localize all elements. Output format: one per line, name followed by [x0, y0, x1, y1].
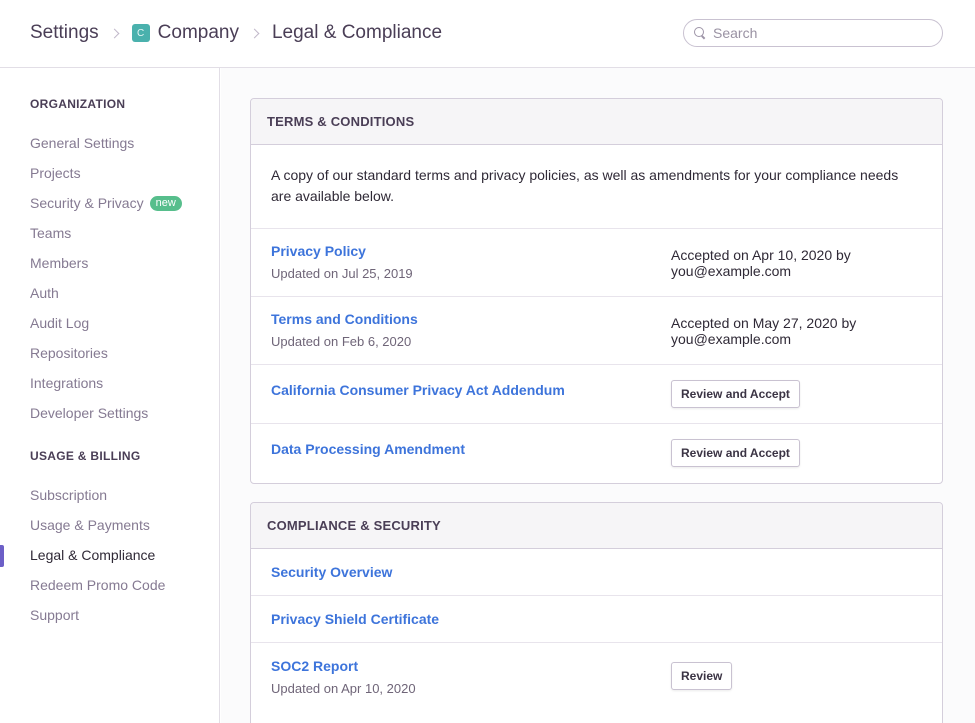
settings-sidebar: ORGANIZATION General Settings Projects S…	[0, 68, 220, 723]
sidebar-item-label: Audit Log	[30, 315, 90, 331]
soc2-report-link[interactable]: SOC2 Report	[271, 658, 358, 674]
review-button[interactable]: Review	[671, 662, 733, 690]
sidebar-item-label: Legal & Compliance	[30, 547, 156, 563]
data-processing-amendment-link[interactable]: Data Processing Amendment	[271, 441, 465, 457]
org-avatar: C	[131, 24, 150, 42]
sidebar-item-members[interactable]: Members	[30, 255, 88, 271]
privacy-policy-link[interactable]: Privacy Policy	[271, 243, 366, 259]
sidebar-item-label: Support	[30, 607, 80, 623]
document-row: California Consumer Privacy Act Addendum…	[251, 365, 942, 424]
sidebar-item-label: Teams	[30, 225, 72, 241]
main-content: TERMS & CONDITIONS A copy of our standar…	[221, 68, 975, 723]
review-and-accept-button[interactable]: Review and Accept	[671, 380, 800, 408]
sidebar-item-usage-payments[interactable]: Usage & Payments	[30, 517, 150, 533]
updated-date: Updated on Apr 10, 2020	[271, 681, 416, 696]
sidebar-item-redeem-promo-code[interactable]: Redeem Promo Code	[30, 577, 165, 593]
sidebar-item-projects[interactable]: Projects	[30, 165, 81, 181]
updated-date: Updated on Feb 6, 2020	[271, 334, 412, 349]
sidebar-item-general-settings[interactable]: General Settings	[30, 135, 134, 151]
panel-description: A copy of our standard terms and privacy…	[251, 145, 942, 229]
sidebar-item-legal-compliance[interactable]: Legal & Compliance	[30, 547, 155, 563]
chevron-right-icon	[249, 28, 260, 38]
breadcrumb-current-page: Legal & Compliance	[271, 22, 443, 43]
panel-title: COMPLIANCE & SECURITY	[251, 503, 942, 549]
sidebar-item-security-privacy[interactable]: Security & Privacy new	[30, 195, 182, 211]
search-icon	[694, 27, 706, 39]
sidebar-item-repositories[interactable]: Repositories	[30, 345, 108, 361]
chevron-right-icon	[109, 28, 120, 38]
acceptance-date: Accepted on Apr 10, 2020 by	[671, 247, 851, 263]
sidebar-item-label: Projects	[30, 165, 81, 181]
breadcrumb-company[interactable]: Company	[158, 22, 239, 44]
acceptance-status: Accepted on May 27, 2020 by you@example.…	[671, 315, 856, 347]
search-box[interactable]	[683, 19, 943, 47]
sidebar-item-label: Usage & Payments	[30, 517, 150, 533]
sidebar-item-label: Auth	[30, 285, 59, 301]
terms-conditions-link[interactable]: Terms and Conditions	[271, 311, 418, 327]
acceptance-status: Accepted on Apr 10, 2020 by you@example.…	[671, 247, 851, 279]
sidebar-item-developer-settings[interactable]: Developer Settings	[30, 405, 148, 421]
sidebar-item-label: Repositories	[30, 345, 108, 361]
sidebar-item-label: Subscription	[30, 487, 108, 503]
sidebar-item-support[interactable]: Support	[30, 607, 79, 623]
active-item-indicator	[0, 545, 4, 567]
document-row: Security Overview	[251, 549, 942, 596]
sidebar-item-label: Redeem Promo Code	[30, 577, 166, 593]
accepted-by-email: you@example.com	[671, 263, 792, 279]
sidebar-item-teams[interactable]: Teams	[30, 225, 71, 241]
document-row: Privacy Shield Certificate	[251, 596, 942, 643]
terms-conditions-panel: TERMS & CONDITIONS A copy of our standar…	[250, 98, 943, 484]
new-badge: new	[149, 195, 182, 211]
review-and-accept-button[interactable]: Review and Accept	[671, 439, 800, 467]
sidebar-item-auth[interactable]: Auth	[30, 285, 59, 301]
breadcrumb: Settings C Company Legal & Compliance	[30, 22, 442, 44]
updated-date: Updated on Jul 25, 2019	[271, 266, 413, 281]
top-header: Settings C Company Legal & Compliance	[0, 0, 975, 68]
sidebar-item-label: Security & Privacy	[30, 195, 144, 211]
document-row: Data Processing Amendment Review and Acc…	[251, 424, 942, 483]
security-overview-link[interactable]: Security Overview	[271, 564, 392, 580]
document-row: Privacy Policy Updated on Jul 25, 2019 A…	[251, 229, 942, 297]
acceptance-date: Accepted on May 27, 2020 by	[671, 315, 857, 331]
panel-title: TERMS & CONDITIONS	[251, 99, 942, 145]
search-input[interactable]	[713, 25, 913, 41]
privacy-shield-certificate-link[interactable]: Privacy Shield Certificate	[271, 611, 439, 627]
sidebar-item-label: General Settings	[30, 135, 135, 151]
sidebar-heading-organization: ORGANIZATION	[30, 97, 126, 111]
breadcrumb-settings[interactable]: Settings	[30, 22, 99, 44]
sidebar-item-label: Integrations	[30, 375, 104, 391]
sidebar-item-label: Developer Settings	[30, 405, 149, 421]
sidebar-item-subscription[interactable]: Subscription	[30, 487, 107, 503]
compliance-security-panel: COMPLIANCE & SECURITY Security Overview …	[250, 502, 943, 723]
sidebar-item-integrations[interactable]: Integrations	[30, 375, 103, 391]
ccpa-addendum-link[interactable]: California Consumer Privacy Act Addendum	[271, 382, 565, 398]
sidebar-item-label: Members	[30, 255, 89, 271]
document-row: Terms and Conditions Updated on Feb 6, 2…	[251, 297, 942, 365]
sidebar-item-audit-log[interactable]: Audit Log	[30, 315, 89, 331]
document-row: SOC2 Report Updated on Apr 10, 2020 Revi…	[251, 643, 942, 723]
accepted-by-email: you@example.com	[671, 331, 792, 347]
sidebar-heading-usage-billing: USAGE & BILLING	[30, 449, 141, 463]
